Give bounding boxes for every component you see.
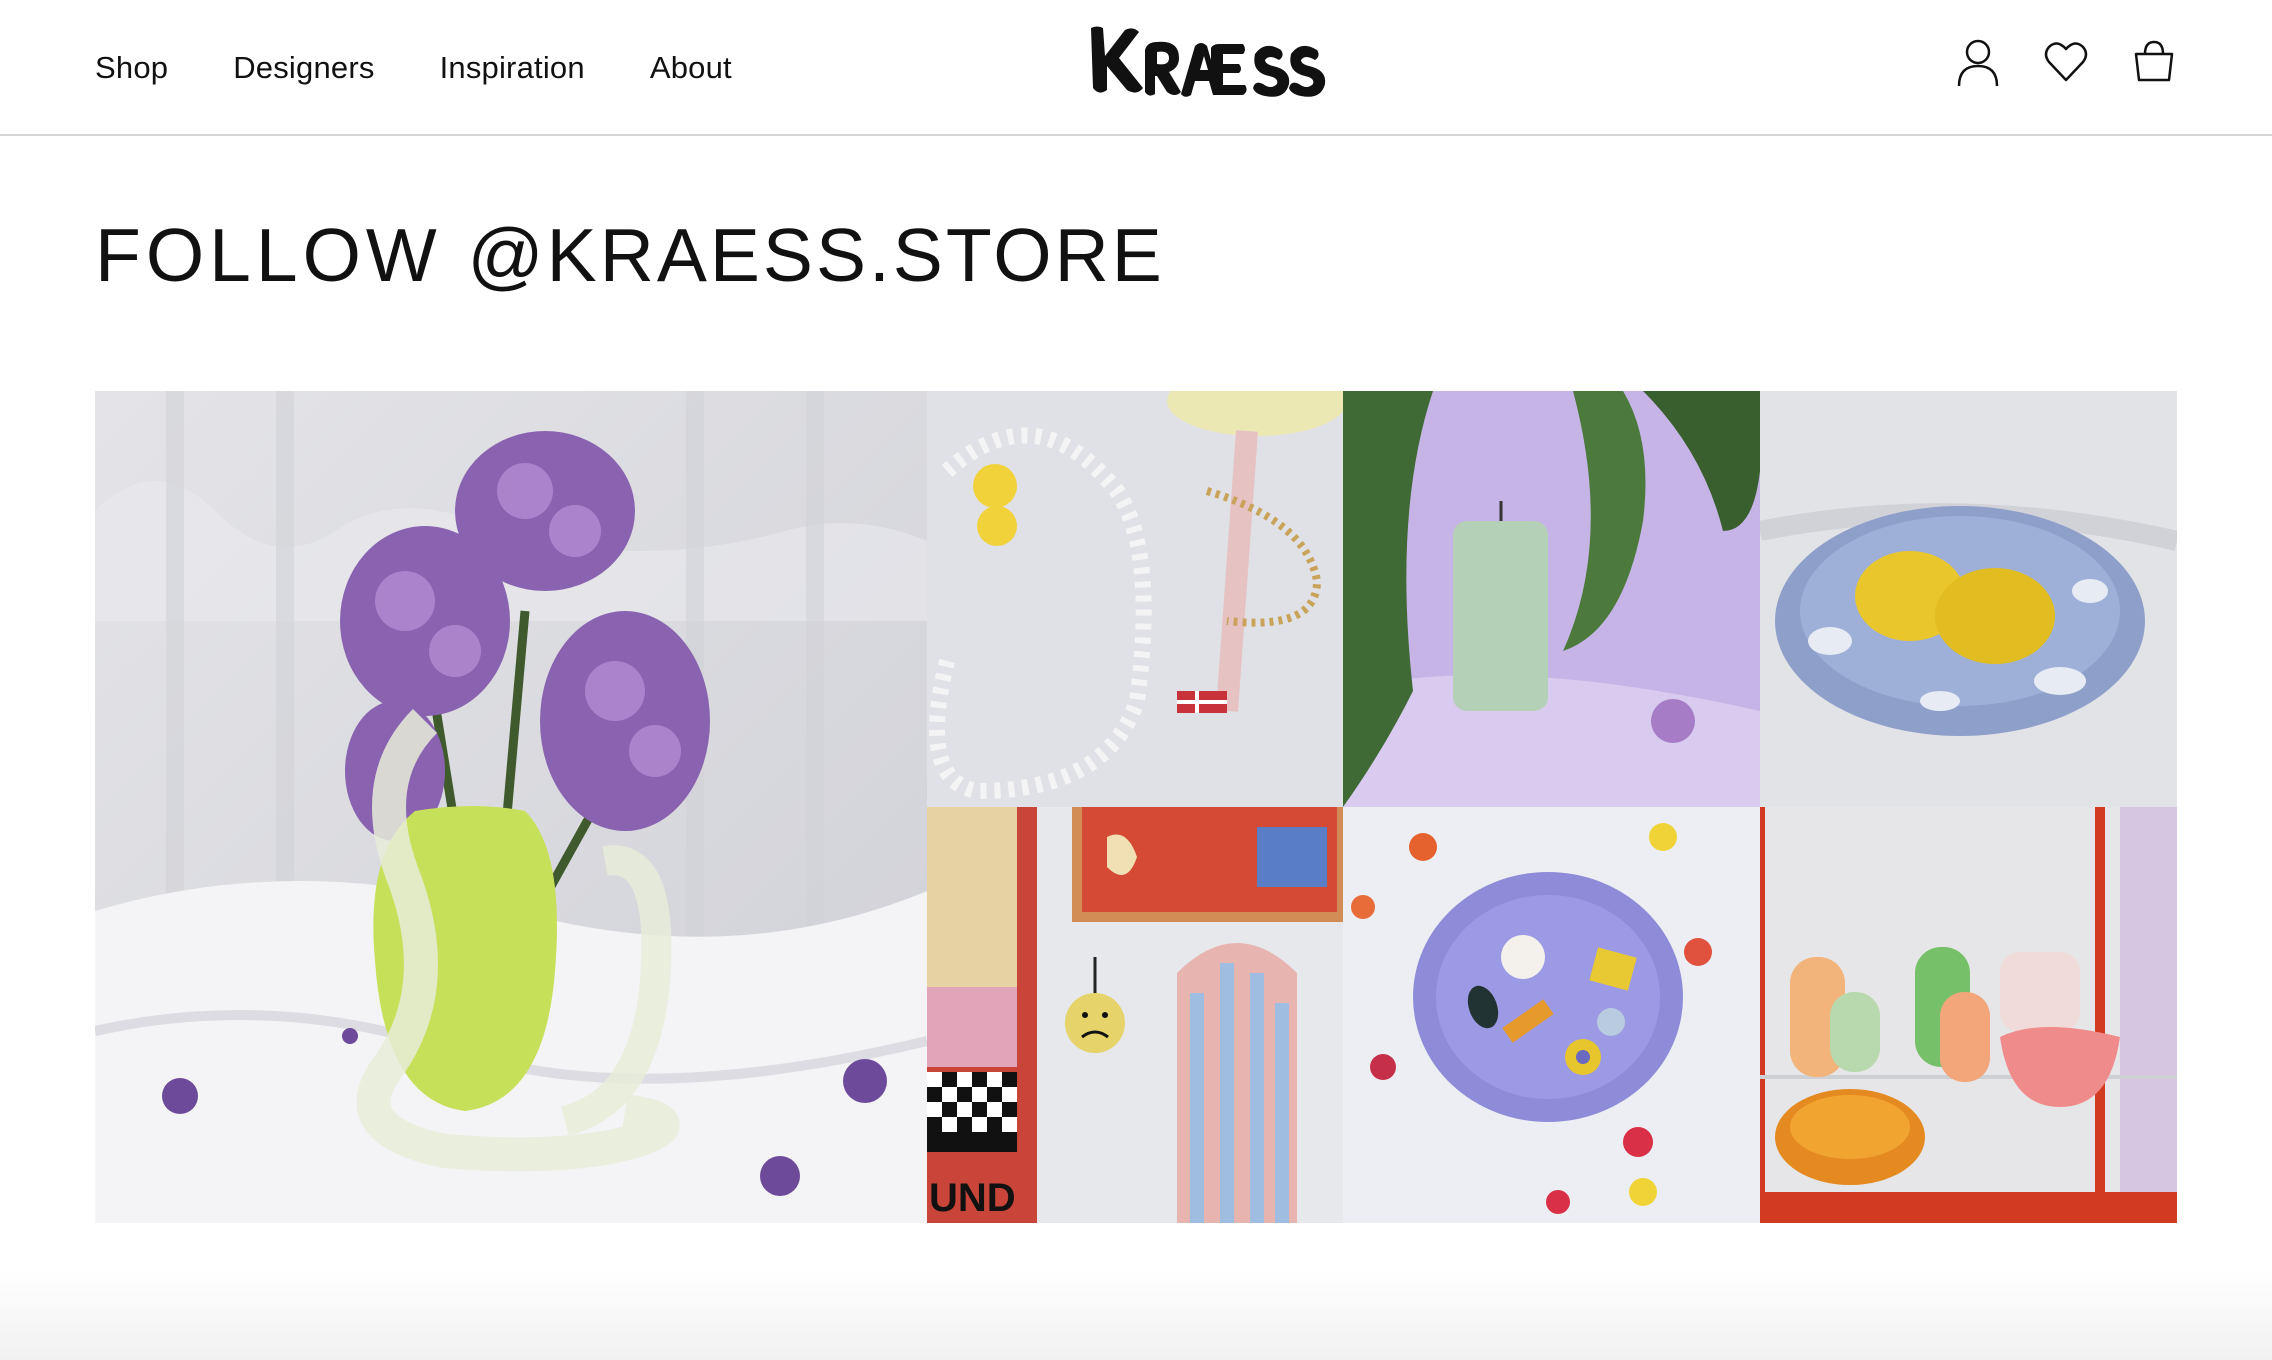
- nav-designers-link[interactable]: Designers: [233, 50, 374, 86]
- lilac-flowers-in-green-vase-photo[interactable]: [95, 391, 927, 1223]
- brand-logo[interactable]: [1083, 18, 1343, 108]
- und-wall-sign: UND: [929, 1176, 1016, 1220]
- wishlist-heart-icon[interactable]: [2043, 36, 2089, 88]
- purple-bowl-with-candies-photo[interactable]: [1343, 807, 1760, 1223]
- account-icon[interactable]: [1955, 36, 2001, 88]
- sage-candle-on-lilac-paper-photo[interactable]: [1343, 391, 1760, 807]
- kraess-logo-mark: [1091, 26, 1326, 97]
- instagram-gallery: UND: [95, 391, 2177, 1223]
- follow-heading: FOLLOW @KRAESS.STORE: [95, 212, 1165, 298]
- beaded-necklaces-photo[interactable]: [927, 391, 1343, 807]
- instagram-handle-link[interactable]: @KRAESS.STORE: [468, 213, 1165, 297]
- nav-inspiration-link[interactable]: Inspiration: [440, 50, 585, 86]
- lemons-on-blue-plate-photo[interactable]: [1760, 391, 2177, 807]
- nav-shop-link[interactable]: Shop: [95, 50, 168, 86]
- colorful-glass-objects-on-shelf-photo[interactable]: [1760, 807, 2177, 1223]
- footer-edge: [0, 1270, 2272, 1360]
- main-nav: Shop Designers Inspiration About: [95, 0, 797, 136]
- nav-about-link[interactable]: About: [650, 50, 732, 86]
- shopping-bag-icon[interactable]: [2131, 36, 2177, 88]
- header-actions: [1955, 36, 2177, 88]
- follow-prefix: FOLLOW: [95, 213, 442, 297]
- sad-face-ornament-wall-photo[interactable]: UND: [927, 807, 1343, 1223]
- site-header: Shop Designers Inspiration About: [0, 0, 2272, 136]
